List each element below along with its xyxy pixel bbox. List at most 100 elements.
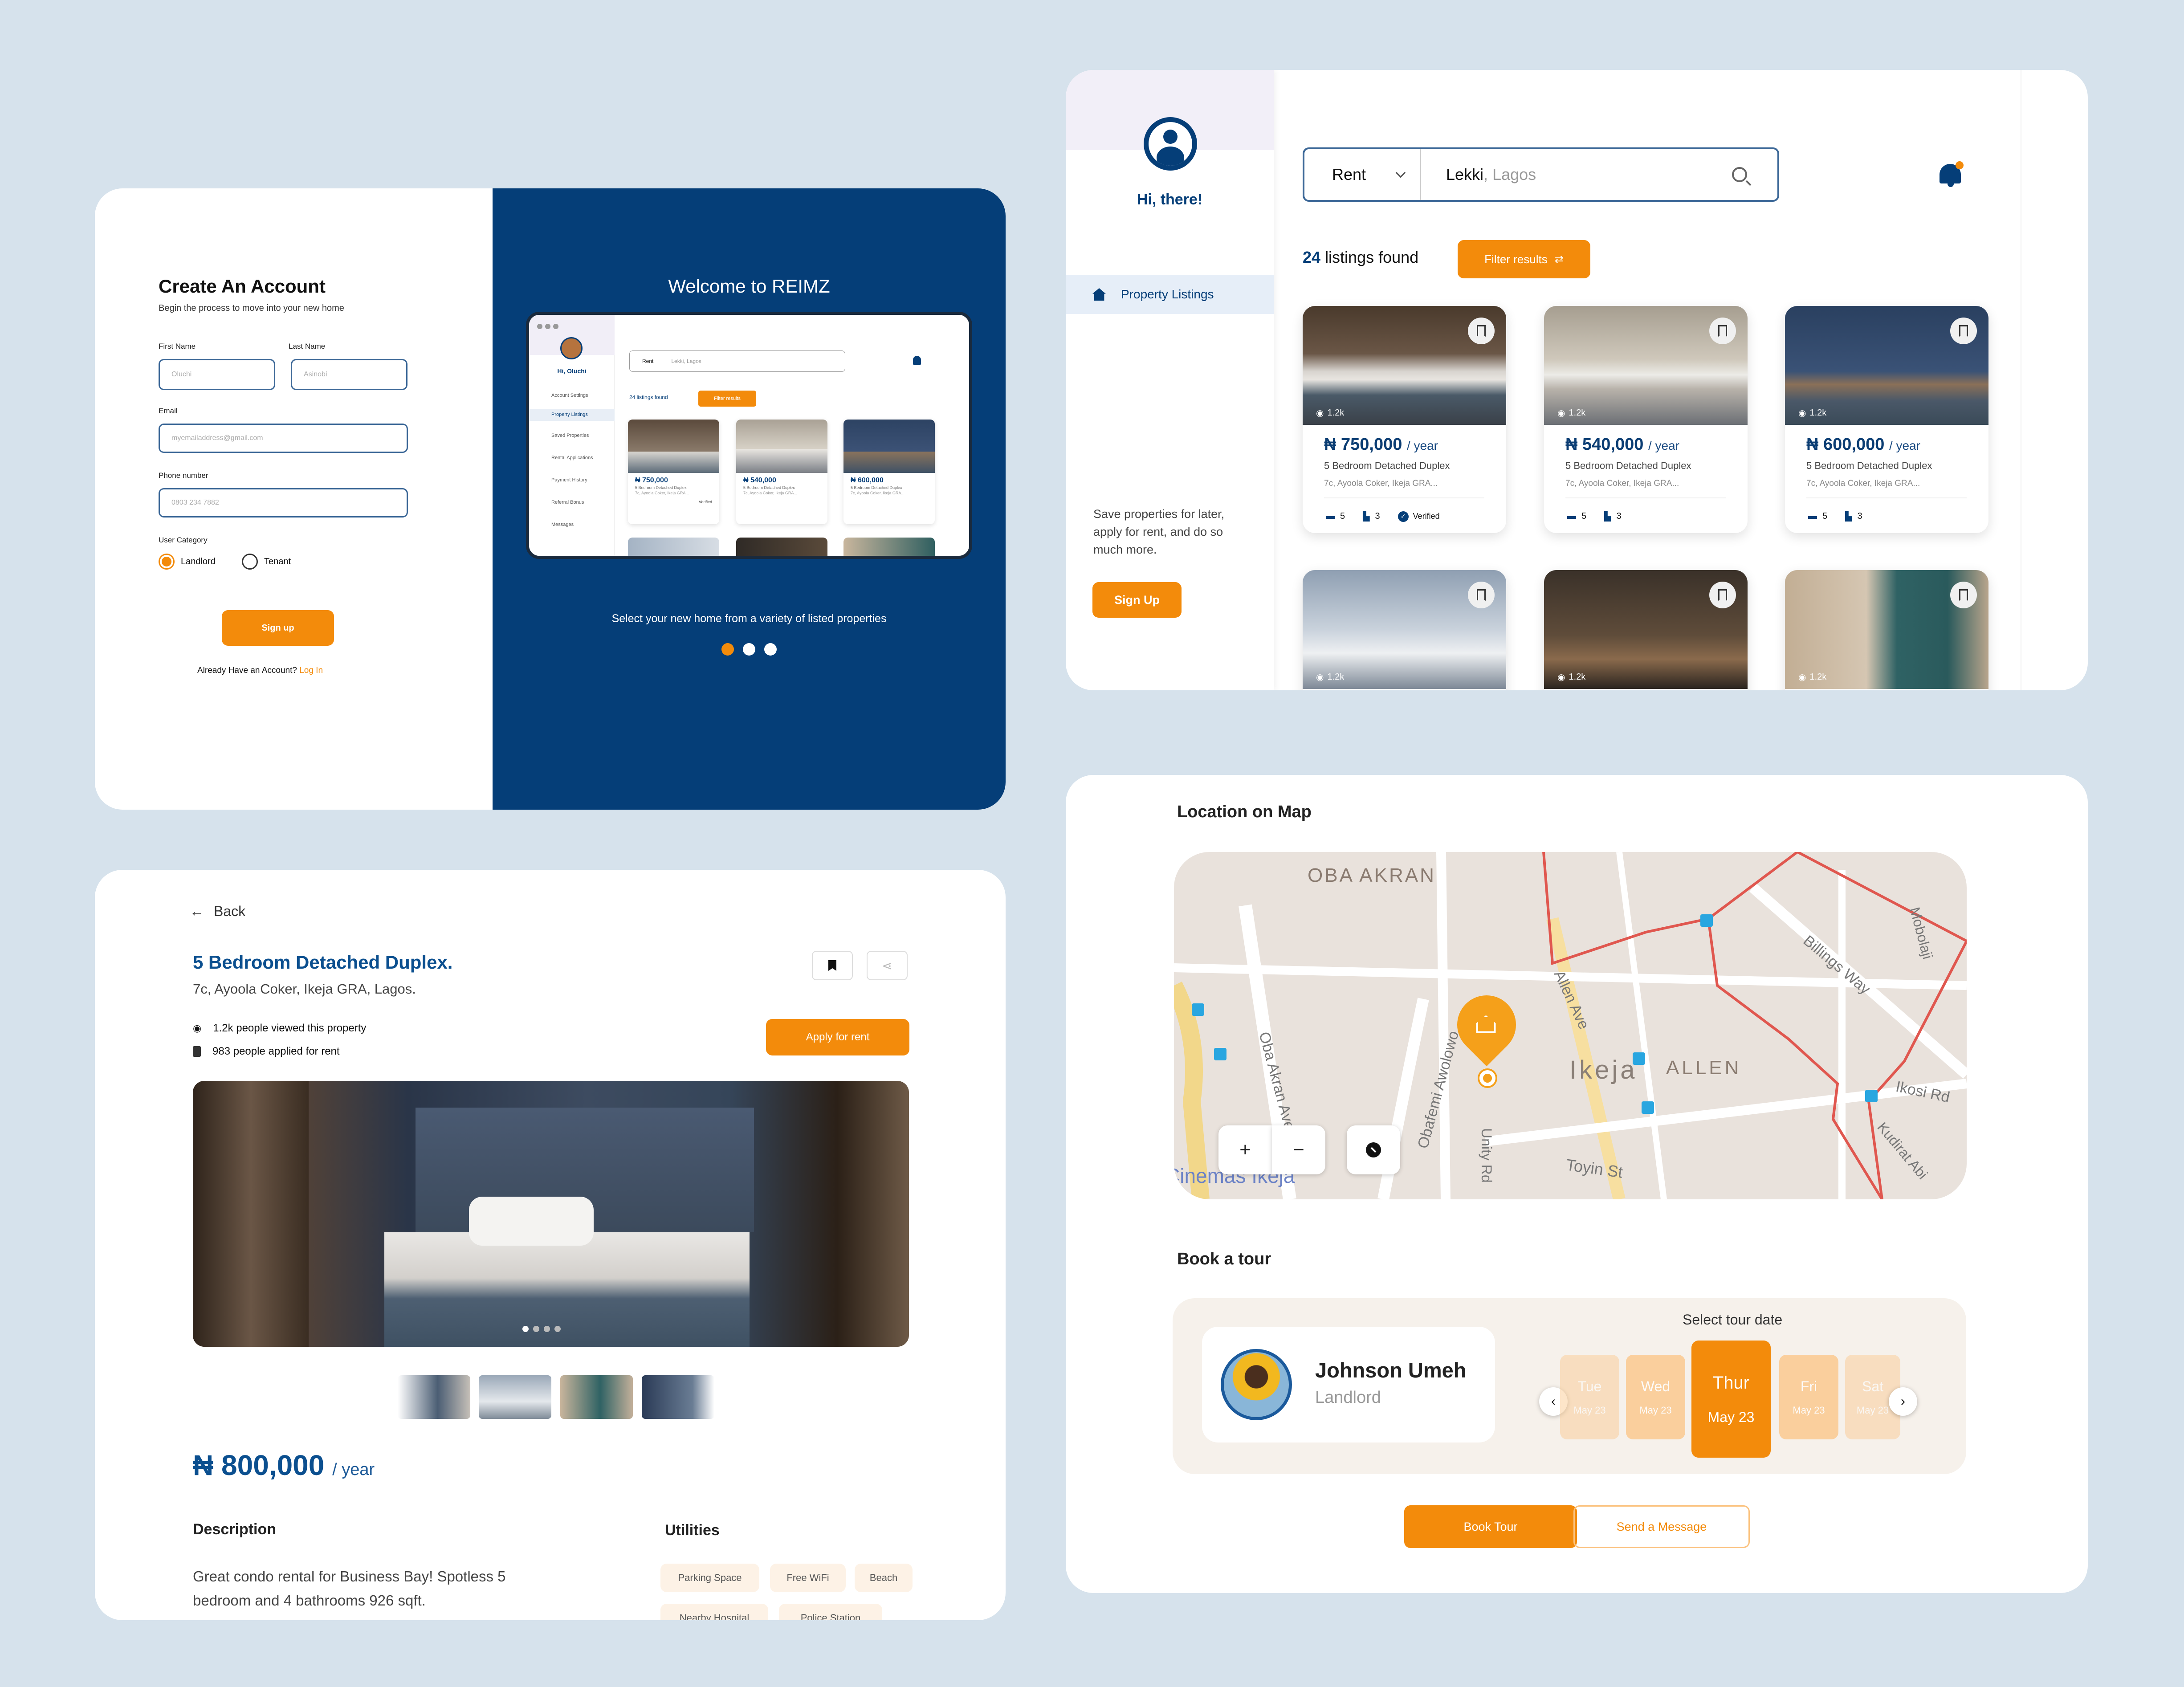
preview-menu-3: Rental Applications xyxy=(551,455,593,460)
login-link[interactable]: Log In xyxy=(299,666,323,675)
agent-role: Landlord xyxy=(1315,1388,1381,1407)
zoom-in-button[interactable]: + xyxy=(1218,1125,1272,1174)
chevron-left-icon: ‹ xyxy=(1551,1394,1556,1409)
listing-card[interactable]: ◉ 1.2k xyxy=(1303,570,1506,690)
map-label: Ikeja xyxy=(1569,1055,1638,1084)
send-message-button[interactable]: Send a Message xyxy=(1573,1505,1750,1548)
eye-icon: ◉ xyxy=(1557,408,1565,418)
utility-tag: Beach xyxy=(855,1564,913,1592)
filter-results-button[interactable]: Filter results ⇄ xyxy=(1458,240,1590,278)
map-view[interactable]: OBA AKRAN Oba Akran Ave Allen Ave Ikeja … xyxy=(1174,852,1967,1199)
bed-icon: ▬ xyxy=(1808,511,1817,521)
tenant-label: Tenant xyxy=(264,556,291,566)
listing-card[interactable]: ◉ 1.2k xyxy=(1785,570,1988,690)
first-name-field[interactable]: Oluchi xyxy=(159,359,275,390)
eye-icon: ◉ xyxy=(1316,408,1324,418)
thumbnail[interactable] xyxy=(642,1375,714,1419)
property-image: ◉ 1.2k xyxy=(1544,306,1748,425)
views-count: ◉ 1.2k xyxy=(1798,672,1827,682)
tenant-radio[interactable]: Tenant xyxy=(242,554,291,570)
signup-button[interactable]: Sign Up xyxy=(1092,582,1182,618)
share-button[interactable]: ⋖ xyxy=(867,951,908,980)
preview-search: Rent Lekki, Lagos xyxy=(629,350,845,372)
share-icon: ⋖ xyxy=(882,958,892,973)
carousel-dots[interactable] xyxy=(493,643,1006,656)
apply-for-rent-button[interactable]: Apply for rent xyxy=(766,1019,909,1055)
bookmark-icon[interactable] xyxy=(1468,318,1495,344)
sidebar-item-property-listings[interactable]: Property Listings xyxy=(1066,275,1274,314)
tour-heading: Book a tour xyxy=(1177,1250,1271,1268)
listing-price: ₦ 600,000 / year xyxy=(1806,435,1920,454)
phone-field[interactable]: 0803 234 7882 xyxy=(159,488,408,518)
eye-icon: ◉ xyxy=(1798,408,1806,418)
description-text: Great condo rental for Business Bay! Spo… xyxy=(193,1568,506,1609)
bath-icon: ▙ xyxy=(1604,512,1611,522)
carousel-dot[interactable] xyxy=(764,643,777,656)
sidebar-greeting: Hi, there! xyxy=(1137,191,1203,208)
listing-card[interactable]: ◉ 1.2k ₦ 540,000 / year 5 Bedroom Detache… xyxy=(1544,306,1748,533)
avatar xyxy=(1221,1349,1292,1420)
search-bar[interactable]: Rent Lekki, Lagos xyxy=(1303,147,1779,202)
listing-card[interactable]: ◉ 1.2k xyxy=(1544,570,1748,690)
thumbnail[interactable] xyxy=(398,1375,470,1419)
email-field[interactable]: myemailaddress@gmail.com xyxy=(159,424,408,453)
eye-icon: ◉ xyxy=(1557,672,1565,682)
avatar xyxy=(560,337,583,359)
last-name-field[interactable]: Asinobi xyxy=(291,359,407,390)
search-icon[interactable] xyxy=(1732,167,1752,186)
signup-button[interactable]: Sign up xyxy=(222,610,334,646)
bell-icon xyxy=(913,356,921,365)
bookmark-icon[interactable] xyxy=(1468,582,1495,608)
image-carousel-dots[interactable] xyxy=(522,1326,561,1332)
bookmark-button[interactable] xyxy=(812,951,853,980)
preview-menu-1: Property Listings xyxy=(551,412,588,417)
bookmark-icon[interactable] xyxy=(1709,582,1736,608)
listings-count: 24 listings found xyxy=(1303,248,1419,266)
views-count: ◉ 1.2k xyxy=(1316,408,1345,418)
preview-menu-5: Referral Bonus xyxy=(551,500,584,505)
rent-select[interactable]: Rent xyxy=(1304,149,1421,200)
welcome-panel: Welcome to REIMZ Hi, Oluchi Account Sett… xyxy=(493,188,1006,810)
carousel-dot-active[interactable] xyxy=(721,643,734,656)
property-address: 7c, Ayoola Coker, Ikeja GRA, Lagos. xyxy=(193,981,416,997)
utility-tag: Nearby Hospital xyxy=(660,1604,768,1620)
date-option-wed[interactable]: Wed May 23 xyxy=(1626,1355,1685,1439)
zoom-out-button[interactable]: − xyxy=(1272,1125,1325,1174)
listing-card[interactable]: ◉ 1.2k ₦ 600,000 / year 5 Bedroom Detache… xyxy=(1785,306,1988,533)
sidebar: Hi, there! Property Listings Save proper… xyxy=(1066,70,1274,690)
property-title: 5 Bedroom Detached Duplex. xyxy=(193,952,453,973)
listing-card[interactable]: ◉ 1.2k ₦ 750,000 / year 5 Bedroom Detache… xyxy=(1303,306,1506,533)
utility-tag: Free WiFi xyxy=(770,1564,846,1592)
search-input[interactable]: Lekki, Lagos xyxy=(1421,165,1732,184)
listings-card: Hi, there! Property Listings Save proper… xyxy=(1066,70,2088,690)
date-option-tue[interactable]: Tue May 23 xyxy=(1560,1355,1619,1439)
notification-bell-icon[interactable] xyxy=(1940,161,1964,187)
applied-info: 983 people applied for rent xyxy=(193,1045,340,1058)
back-link[interactable]: ← Back xyxy=(190,903,245,920)
bath-icon: ▙ xyxy=(1845,512,1852,522)
last-name-label: Last Name xyxy=(289,342,326,350)
carousel-dot[interactable] xyxy=(743,643,755,656)
next-date-button[interactable]: › xyxy=(1889,1387,1917,1416)
signup-subtitle: Begin the process to move into your new … xyxy=(159,303,344,313)
agent-card: Johnson Umeh Landlord xyxy=(1202,1327,1495,1443)
bookmark-icon[interactable] xyxy=(1950,582,1977,608)
landlord-radio[interactable]: Landlord xyxy=(159,554,216,570)
signup-title: Create An Account xyxy=(159,276,326,297)
bookmark-icon[interactable] xyxy=(1950,318,1977,344)
chevron-right-icon: › xyxy=(1901,1394,1905,1409)
compass-button[interactable] xyxy=(1347,1125,1400,1174)
book-tour-button[interactable]: Book Tour xyxy=(1404,1505,1577,1548)
date-option-thur-selected[interactable]: Thur May 23 xyxy=(1691,1341,1771,1458)
listing-title: 5 Bedroom Detached Duplex xyxy=(1565,460,1691,471)
select-date-label: Select tour date xyxy=(1683,1312,1783,1328)
date-option-fri[interactable]: Fri May 23 xyxy=(1779,1355,1838,1439)
property-detail-card: ← Back 5 Bedroom Detached Duplex. 7c, Ay… xyxy=(95,870,1006,1620)
map-label: Unity Rd xyxy=(1479,1128,1495,1183)
bed-icon: ▬ xyxy=(1326,511,1335,521)
map-heading: Location on Map xyxy=(1177,803,1312,821)
bookmark-icon[interactable] xyxy=(1709,318,1736,344)
property-image: ◉ 1.2k xyxy=(1785,306,1988,425)
thumbnail[interactable] xyxy=(479,1375,551,1419)
thumbnail[interactable] xyxy=(560,1375,633,1419)
